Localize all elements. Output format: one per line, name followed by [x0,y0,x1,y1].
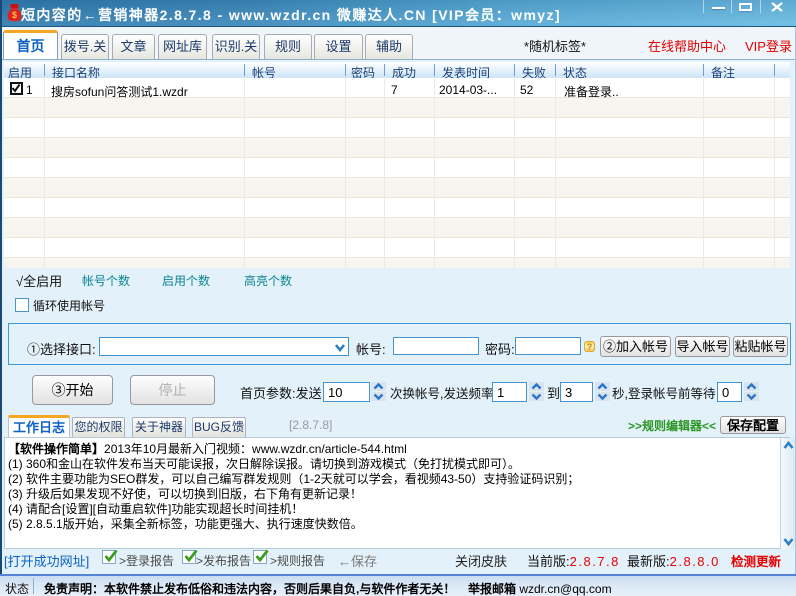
svg-text:$: $ [12,10,17,20]
